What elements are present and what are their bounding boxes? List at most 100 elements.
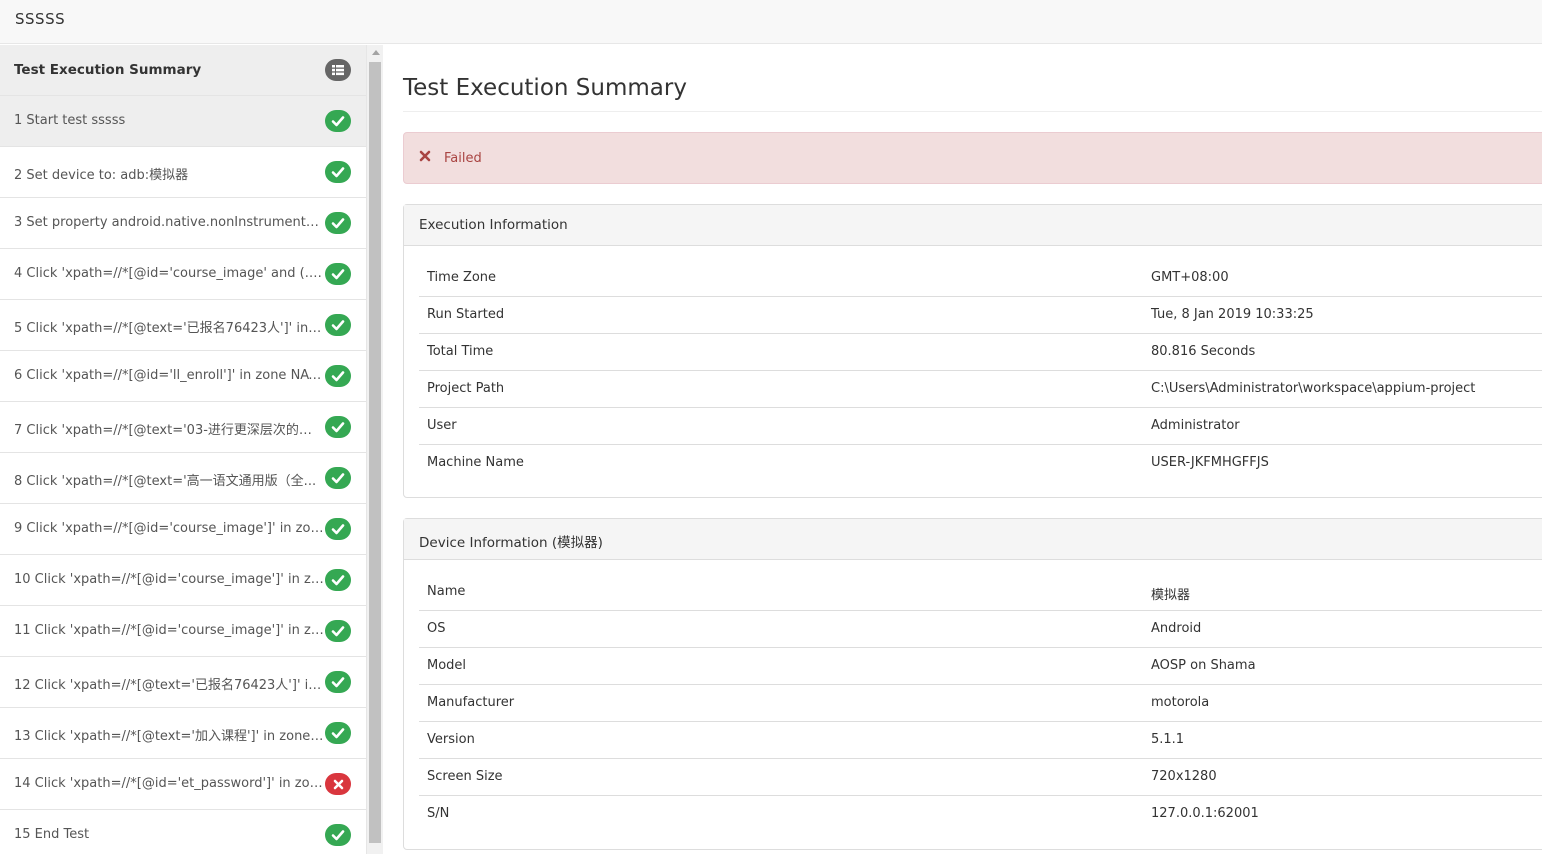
sidebar-item-label: 2 Set device to: adb:模拟器 — [14, 168, 189, 183]
sidebar: Test Execution Summary 1 Start test sssss… — [0, 45, 366, 854]
info-value: 720x1280 — [1151, 769, 1217, 784]
info-value: 模拟器 — [1151, 588, 1191, 603]
sidebar-item-label: 4 Click 'xpath=//*[@id='course_image' an… — [14, 266, 324, 281]
check-circle-icon — [325, 518, 351, 540]
sidebar-item-step[interactable]: 3 Set property android.native.nonInstrum… — [0, 198, 366, 249]
sidebar-item-step[interactable]: 10 Click 'xpath=//*[@id='course_image']'… — [0, 555, 366, 606]
panel-heading: Execution Information — [404, 205, 1542, 246]
execution-information-panel: Execution Information Time Zone GMT+08:00… — [403, 204, 1542, 498]
info-row: Time Zone GMT+08:00 — [419, 260, 1542, 297]
execution-info-table: Time Zone GMT+08:00 Run Started Tue, 8 Jan … — [419, 260, 1542, 482]
sidebar-item-label: 5 Click 'xpath=//*[@text='已报名76423人']' i… — [14, 321, 324, 336]
sidebar-item-label: 15 End Test — [14, 827, 90, 842]
device-info-table: Name 模拟器 OS Android Model AOSP on Shama Manufa… — [419, 574, 1542, 833]
sidebar-item-step[interactable]: 1 Start test sssss — [0, 96, 366, 147]
info-key: OS — [427, 621, 446, 636]
panel-title: Execution Information — [419, 217, 568, 233]
sidebar-item-label: 9 Click 'xpath=//*[@id='course_image']' … — [14, 521, 324, 536]
main-content: Test Execution Summary Failed Execution … — [384, 45, 1542, 854]
sidebar-item-step[interactable]: 9 Click 'xpath=//*[@id='course_image']' … — [0, 504, 366, 555]
info-value: GMT+08:00 — [1151, 270, 1229, 285]
info-row: Total Time 80.816 Seconds — [419, 334, 1542, 371]
check-circle-icon — [325, 110, 351, 132]
fail-circle-icon — [325, 773, 351, 795]
check-circle-icon — [325, 467, 351, 489]
sidebar-item-label: 10 Click 'xpath=//*[@id='course_image']'… — [14, 572, 324, 587]
check-circle-icon — [325, 314, 351, 336]
sidebar-item-label: 13 Click 'xpath=//*[@text='加入课程']' in zo… — [14, 729, 324, 744]
info-key: Project Path — [427, 381, 505, 396]
sidebar-item-step[interactable]: 15 End Test — [0, 810, 366, 854]
info-key: Time Zone — [427, 270, 497, 285]
failed-alert: Failed — [403, 132, 1542, 184]
info-value: C:\Users\Administrator\workspace\appium-… — [1151, 381, 1476, 396]
sidebar-item-label: 8 Click 'xpath=//*[@text='高一语文通用版（全... — [14, 474, 317, 489]
sidebar-item-step[interactable]: 2 Set device to: adb:模拟器 — [0, 147, 366, 198]
sidebar-item-summary[interactable]: Test Execution Summary — [0, 45, 366, 96]
check-circle-icon — [325, 620, 351, 642]
info-row: S/N 127.0.0.1:62001 — [419, 796, 1542, 833]
sidebar-item-label: 3 Set property android.native.nonInstrum… — [14, 215, 324, 230]
check-circle-icon — [325, 161, 351, 183]
check-circle-icon — [325, 722, 351, 744]
info-value: motorola — [1151, 695, 1210, 710]
info-value: Administrator — [1151, 418, 1240, 433]
info-value: Android — [1151, 621, 1202, 636]
info-key: Screen Size — [427, 769, 503, 784]
sidebar-item-step[interactable]: 11 Click 'xpath=//*[@id='course_image']'… — [0, 606, 366, 657]
info-key: Machine Name — [427, 455, 524, 470]
sidebar-item-label: 1 Start test sssss — [14, 113, 126, 128]
info-value: USER-JKFMHGFFJS — [1151, 455, 1269, 470]
info-key: Version — [427, 732, 475, 747]
info-row: Manufacturer motorola — [419, 685, 1542, 722]
sidebar-item-step[interactable]: 7 Click 'xpath=//*[@text='03-进行更深层次的阅... — [0, 402, 366, 453]
info-row: Model AOSP on Shama — [419, 648, 1542, 685]
check-circle-icon — [325, 212, 351, 234]
app-brand[interactable]: SSSSS — [15, 10, 65, 28]
scroll-thumb[interactable] — [369, 62, 381, 843]
check-circle-icon — [325, 263, 351, 285]
info-row: Run Started Tue, 8 Jan 2019 10:33:25 — [419, 297, 1542, 334]
top-navbar: SSSSS — [0, 0, 1542, 44]
alert-text: Failed — [444, 151, 482, 166]
sidebar-item-step[interactable]: 5 Click 'xpath=//*[@text='已报名76423人']' i… — [0, 300, 366, 351]
info-key: Name — [427, 584, 466, 599]
info-row: Version 5.1.1 — [419, 722, 1542, 759]
sidebar-item-step[interactable]: 8 Click 'xpath=//*[@text='高一语文通用版（全... — [0, 453, 366, 504]
sidebar-item-step[interactable]: 6 Click 'xpath=//*[@id='ll_enroll']' in … — [0, 351, 366, 402]
sidebar-item-step[interactable]: 14 Click 'xpath=//*[@id='et_password']' … — [0, 759, 366, 810]
panel-heading: Device Information (模拟器) — [404, 519, 1542, 560]
check-circle-icon — [325, 365, 351, 387]
info-key: Model — [427, 658, 467, 673]
sidebar-item-step[interactable]: 4 Click 'xpath=//*[@id='course_image' an… — [0, 249, 366, 300]
sidebar-item-label: 11 Click 'xpath=//*[@id='course_image']'… — [14, 623, 324, 638]
info-key: Total Time — [427, 344, 494, 359]
check-circle-icon — [325, 671, 351, 693]
info-row: Name 模拟器 — [419, 574, 1542, 611]
sidebar-scrollbar[interactable] — [366, 45, 383, 854]
title-divider — [403, 111, 1542, 112]
info-row: OS Android — [419, 611, 1542, 648]
sidebar-item-step[interactable]: 12 Click 'xpath=//*[@text='已报名76423人']' … — [0, 657, 366, 708]
sidebar-item-label: 6 Click 'xpath=//*[@id='ll_enroll']' in … — [14, 368, 324, 383]
sidebar-item-label: 14 Click 'xpath=//*[@id='et_password']' … — [14, 776, 324, 791]
scroll-up-arrow-icon[interactable] — [372, 50, 380, 55]
device-information-panel: Device Information (模拟器) Name 模拟器 OS Androi… — [403, 518, 1542, 850]
info-row: Project Path C:\Users\Administrator\works… — [419, 371, 1542, 408]
panel-title: Device Information (模拟器) — [419, 535, 603, 551]
info-value: 80.816 Seconds — [1151, 344, 1256, 359]
close-icon — [419, 150, 431, 166]
info-row: User Administrator — [419, 408, 1542, 445]
sidebar-item-step[interactable]: 13 Click 'xpath=//*[@text='加入课程']' in zo… — [0, 708, 366, 759]
list-icon — [325, 59, 351, 81]
info-key: User — [427, 418, 457, 433]
info-key: S/N — [427, 806, 450, 821]
sidebar-item-label: 12 Click 'xpath=//*[@text='已报名76423人']' … — [14, 678, 324, 693]
info-row: Screen Size 720x1280 — [419, 759, 1542, 796]
info-value: 5.1.1 — [1151, 732, 1185, 747]
info-key: Manufacturer — [427, 695, 515, 710]
check-circle-icon — [325, 824, 351, 846]
check-circle-icon — [325, 569, 351, 591]
info-value: 127.0.0.1:62001 — [1151, 806, 1259, 821]
info-row: Machine Name USER-JKFMHGFFJS — [419, 445, 1542, 482]
